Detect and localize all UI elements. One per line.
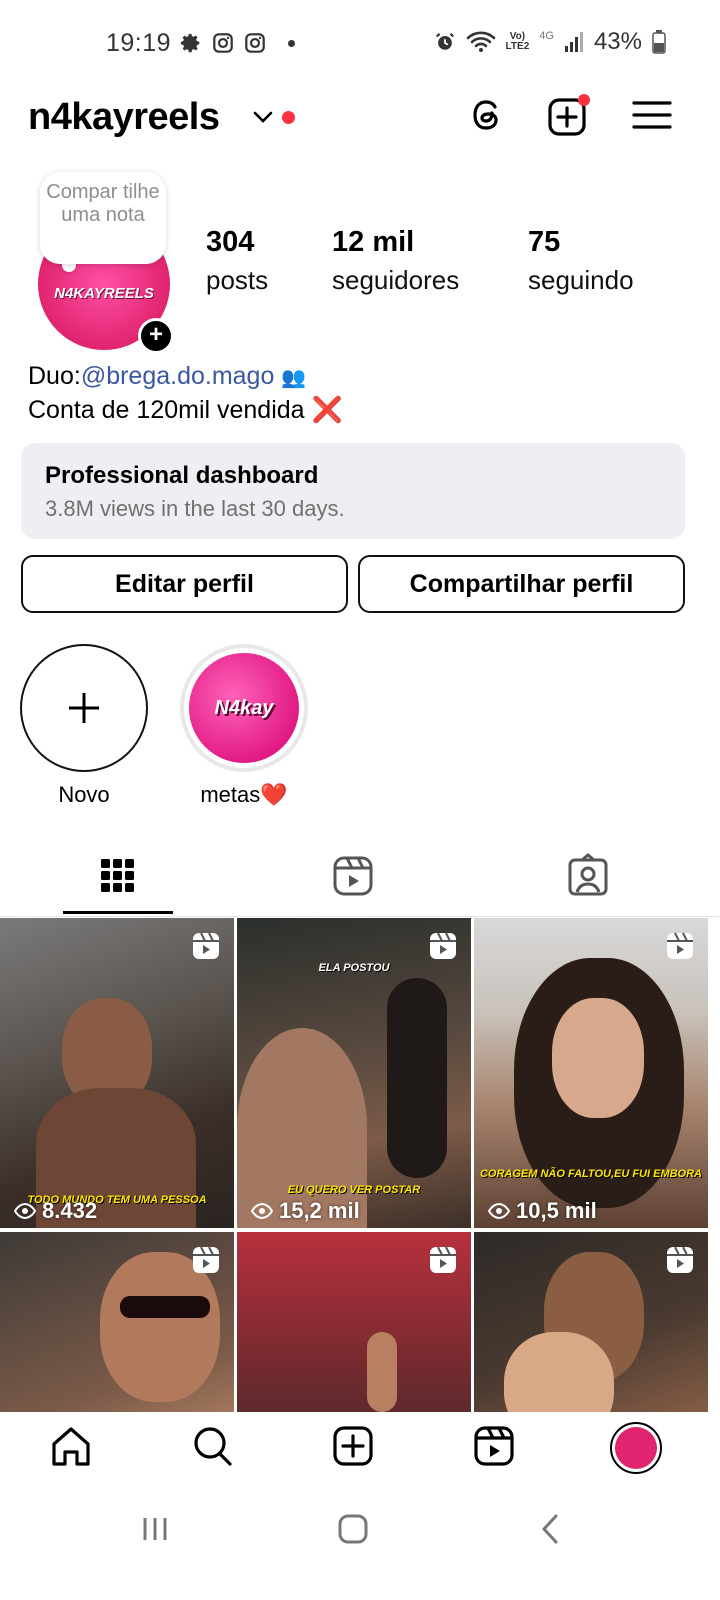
status-time: 19:19 — [106, 29, 172, 57]
people-emoji: 👥 — [281, 367, 307, 389]
bio-line-1: Duo:@brega.do.mago 👥 — [28, 362, 307, 390]
reel-icon — [193, 932, 219, 959]
gear-icon — [180, 33, 200, 53]
instagram-icon — [213, 33, 233, 53]
highlight-cover-text: N4kay — [214, 696, 274, 719]
reel-icon — [430, 1246, 456, 1273]
chevron-down-icon[interactable] — [252, 110, 274, 124]
cross-emoji: ❌ — [311, 396, 343, 424]
grid-icon[interactable] — [99, 853, 135, 897]
reel-icon — [667, 1246, 693, 1273]
post-caption: EU QUERO VER POSTAR — [287, 1184, 421, 1196]
recent-apps-icon[interactable] — [140, 1514, 170, 1544]
username-switcher[interactable]: n4kayreels — [28, 96, 220, 139]
highlight-metas[interactable]: N4kay metas❤️ — [179, 644, 309, 808]
post-tile[interactable]: ELA POSTOU EU QUERO VER POSTAR 15,2 mil — [237, 918, 471, 1228]
system-navigation-bar — [0, 1488, 720, 1600]
note-bubble[interactable]: Compar tilhe uma nota — [40, 172, 166, 264]
alarm-icon — [435, 32, 454, 50]
eye-icon — [14, 1203, 36, 1219]
status-bar: 19:19 Vo) LTE2 4G 43% — [0, 0, 720, 88]
dashboard-subtitle: 3.8M views in the last 30 days. — [45, 496, 345, 521]
notification-dot — [282, 111, 295, 124]
post-tile[interactable]: CORAGEM NÃO FALTOU,EU FUI EMBORA 10,5 mi… — [474, 918, 708, 1228]
post-caption: CORAGEM NÃO FALTOU,EU FUI EMBORA — [479, 1168, 703, 1180]
search-icon[interactable] — [192, 1424, 234, 1468]
dashboard-title: Professional dashboard — [45, 462, 319, 489]
battery-icon — [652, 30, 666, 54]
stat-following[interactable]: 75 seguindo — [528, 226, 634, 296]
reel-icon — [193, 1246, 219, 1273]
home-button-icon[interactable] — [336, 1512, 370, 1546]
threads-icon[interactable] — [465, 93, 509, 137]
highlight-new[interactable]: Novo — [19, 644, 149, 808]
new-post-icon[interactable] — [546, 93, 590, 137]
eye-icon — [488, 1203, 510, 1219]
eye-icon — [251, 1203, 273, 1219]
dot-icon — [288, 39, 295, 47]
post-tile[interactable]: TODO MUNDO TEM UMA PESSOA 8.432 — [0, 918, 234, 1228]
view-count: 10,5 mil — [488, 1198, 597, 1224]
share-profile-button[interactable]: Compartilhar perfil — [358, 555, 685, 613]
lte-label: LTE2 — [505, 41, 530, 52]
profile-avatar-tab[interactable] — [610, 1422, 662, 1474]
bottom-navigation — [0, 1412, 720, 1488]
bio: Duo:@brega.do.mago 👥 Conta de 120mil ven… — [28, 360, 343, 426]
instagram-icon — [245, 33, 265, 53]
battery-percent: 43% — [593, 28, 642, 55]
bio-mention-link[interactable]: @brega.do.mago — [81, 362, 275, 390]
menu-icon[interactable] — [630, 93, 674, 137]
wifi-icon — [466, 31, 495, 52]
create-icon[interactable] — [332, 1424, 374, 1468]
active-tab-indicator — [63, 911, 173, 914]
edit-profile-button[interactable]: Editar perfil — [21, 555, 348, 613]
content-tabs — [0, 845, 720, 917]
plus-icon — [69, 693, 99, 723]
network-gen: 4G — [539, 30, 554, 42]
view-count: 8.432 — [14, 1198, 97, 1224]
stat-posts[interactable]: 304 posts — [206, 226, 268, 296]
posts-grid: TODO MUNDO TEM UMA PESSOA 8.432 ELA POST… — [0, 918, 720, 1412]
post-caption-top: ELA POSTOU — [318, 962, 390, 974]
post-tile[interactable] — [237, 1232, 471, 1412]
avatar-logo-text: N4KAYREELS — [54, 284, 154, 302]
reel-icon — [667, 932, 693, 959]
signal-icon — [564, 32, 583, 52]
back-icon[interactable] — [536, 1512, 566, 1546]
stat-followers[interactable]: 12 mil seguidores — [332, 226, 459, 296]
reels-icon[interactable] — [332, 853, 374, 897]
reels-icon[interactable] — [473, 1424, 515, 1468]
home-icon[interactable] — [50, 1424, 92, 1468]
highlight-label: Novo — [58, 782, 110, 807]
bio-line-2: Conta de 120mil vendida ❌ — [28, 396, 343, 424]
highlight-cover: N4kay — [189, 653, 299, 763]
profile-header: n4kayreels — [0, 88, 720, 148]
tagged-icon[interactable] — [567, 853, 609, 897]
highlight-label: metas❤️ — [200, 782, 288, 807]
post-tile[interactable] — [0, 1232, 234, 1412]
add-story-plus-icon[interactable]: + — [138, 318, 174, 354]
reel-icon — [430, 932, 456, 959]
view-count: 15,2 mil — [251, 1198, 360, 1224]
professional-dashboard[interactable]: Professional dashboard 3.8M views in the… — [21, 443, 685, 539]
post-tile[interactable] — [474, 1232, 708, 1412]
